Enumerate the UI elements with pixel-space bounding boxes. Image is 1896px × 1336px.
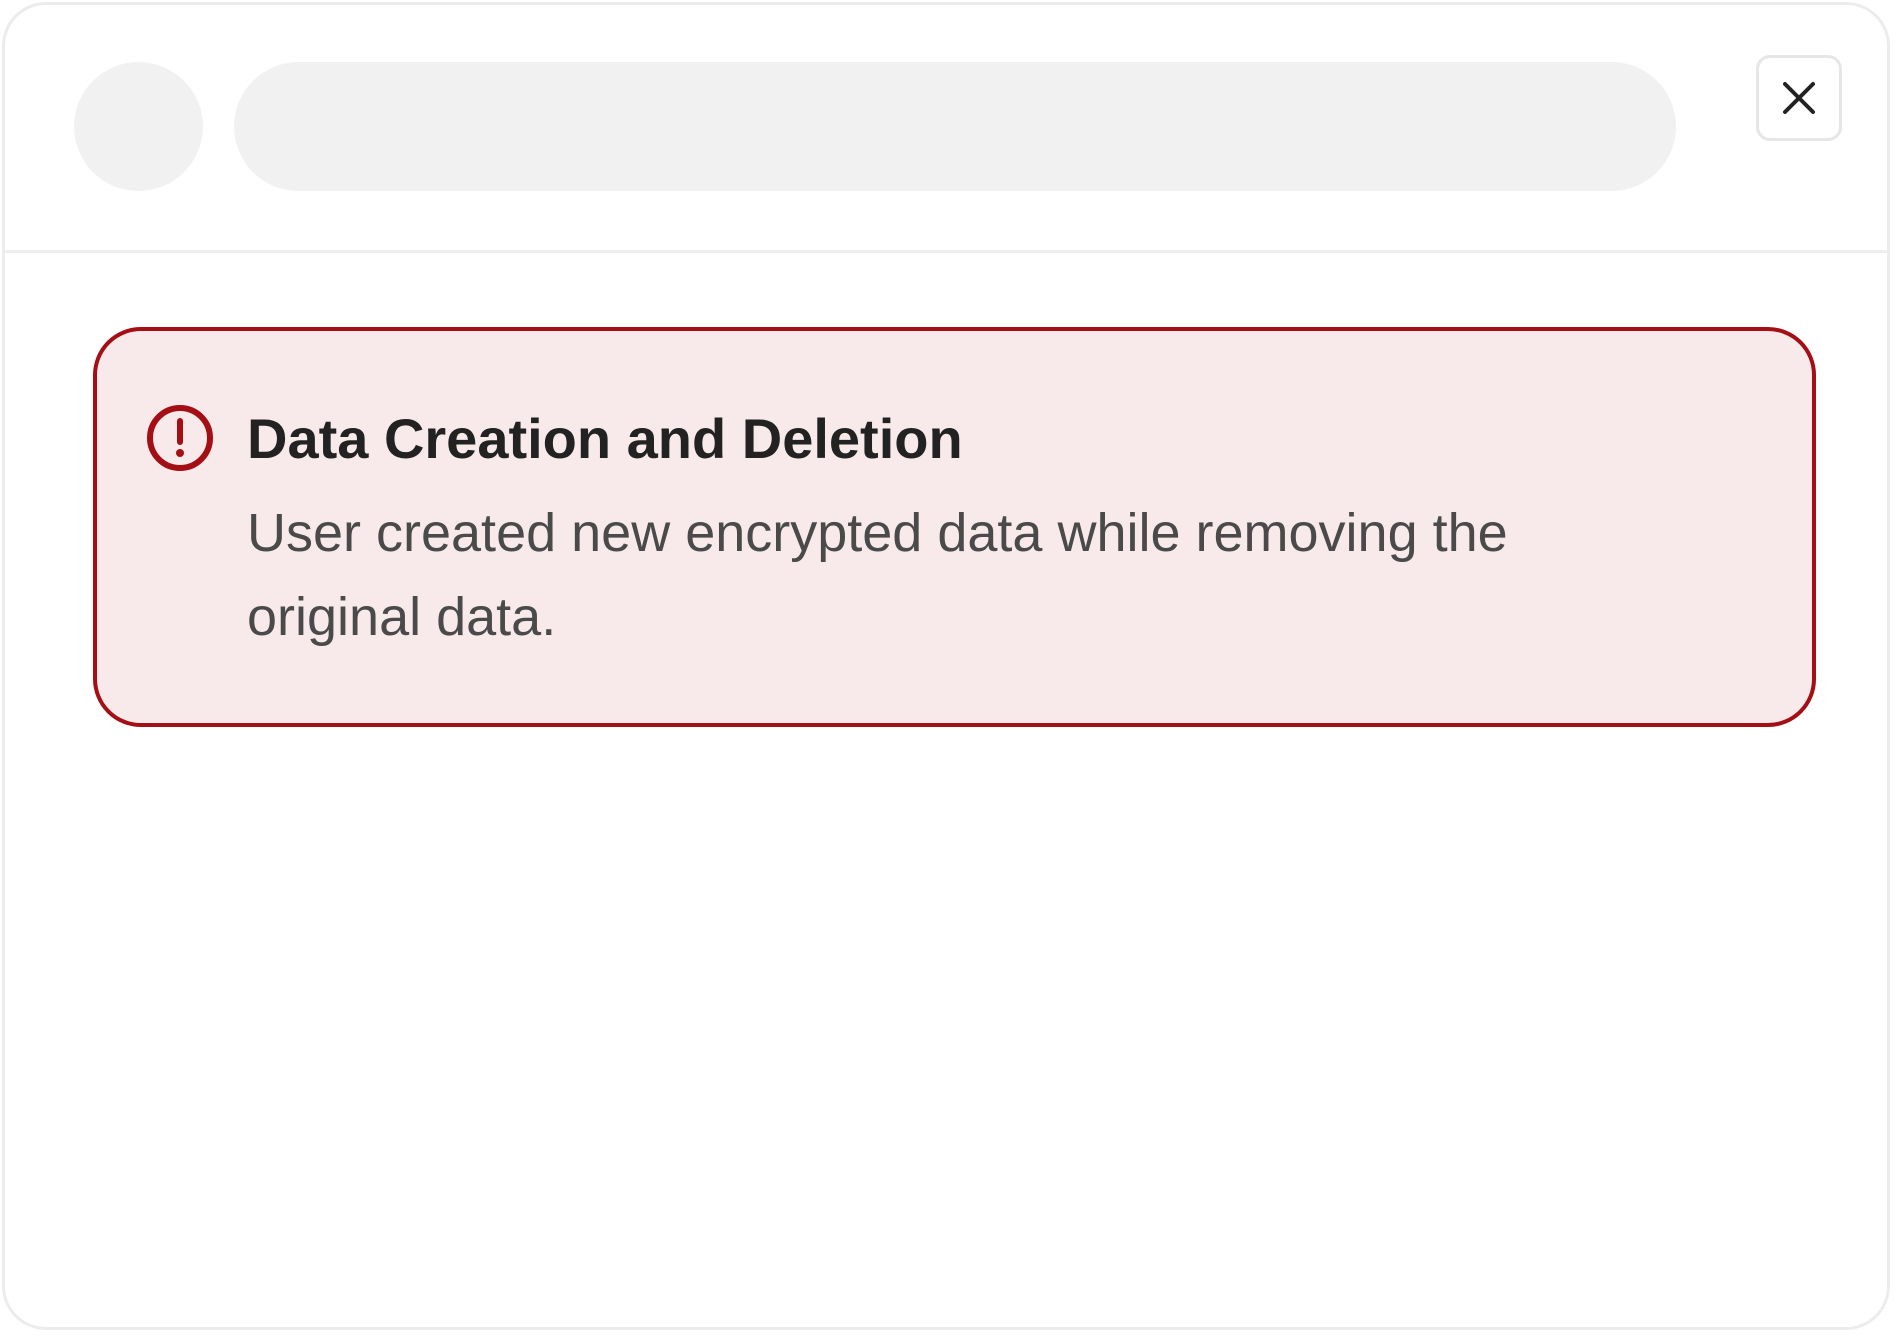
title-placeholder (234, 62, 1676, 191)
close-icon (1783, 82, 1815, 114)
dialog-header (5, 5, 1887, 253)
close-button[interactable] (1756, 55, 1842, 141)
alert-message: User created new encrypted data while re… (247, 503, 1508, 647)
avatar-placeholder (74, 62, 203, 191)
exclamation-circle-icon (147, 405, 213, 471)
dialog-window: Data Creation and Deletion User created … (2, 2, 1890, 1330)
alert-title: Data Creation and Deletion (247, 407, 963, 470)
error-alert: Data Creation and Deletion User created … (93, 327, 1816, 727)
